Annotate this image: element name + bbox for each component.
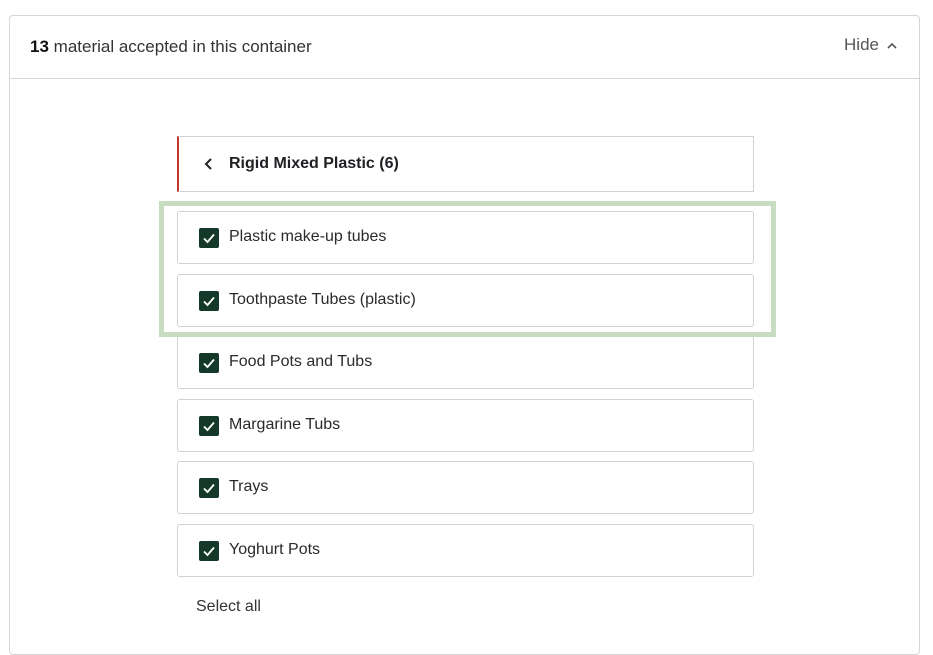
list-item[interactable]: Yoghurt Pots	[177, 524, 754, 577]
list-item[interactable]: Trays	[177, 461, 754, 514]
chevron-up-icon	[885, 38, 899, 52]
list-item[interactable]: Toothpaste Tubes (plastic)	[177, 274, 754, 327]
select-all-link[interactable]: Select all	[196, 598, 261, 616]
materials-summary: 13 material accepted in this container	[30, 37, 312, 57]
category-back-button[interactable]: Rigid Mixed Plastic (6)	[177, 136, 754, 192]
checkbox-checked[interactable]	[199, 291, 219, 311]
materials-count: 13	[30, 37, 49, 56]
panel-header: 13 material accepted in this container H…	[10, 16, 919, 79]
item-label: Plastic make-up tubes	[229, 228, 387, 245]
checkbox-checked[interactable]	[199, 228, 219, 248]
item-label: Toothpaste Tubes (plastic)	[229, 291, 416, 308]
item-label: Trays	[229, 478, 269, 495]
hide-toggle-button[interactable]: Hide	[844, 35, 899, 55]
checkbox-checked[interactable]	[199, 416, 219, 436]
category-title: Rigid Mixed Plastic (6)	[229, 155, 399, 172]
checkbox-checked[interactable]	[199, 541, 219, 561]
list-item[interactable]: Margarine Tubs	[177, 399, 754, 452]
item-label: Yoghurt Pots	[229, 541, 321, 558]
chevron-left-icon	[203, 156, 215, 172]
materials-summary-text: material accepted in this container	[53, 37, 312, 56]
checkbox-checked[interactable]	[199, 478, 219, 498]
hide-label: Hide	[844, 35, 879, 54]
checkbox-checked[interactable]	[199, 353, 219, 373]
item-label: Food Pots and Tubs	[229, 353, 373, 370]
list-item[interactable]: Plastic make-up tubes	[177, 211, 754, 264]
item-label: Margarine Tubs	[229, 416, 341, 433]
list-item[interactable]: Food Pots and Tubs	[177, 336, 754, 389]
